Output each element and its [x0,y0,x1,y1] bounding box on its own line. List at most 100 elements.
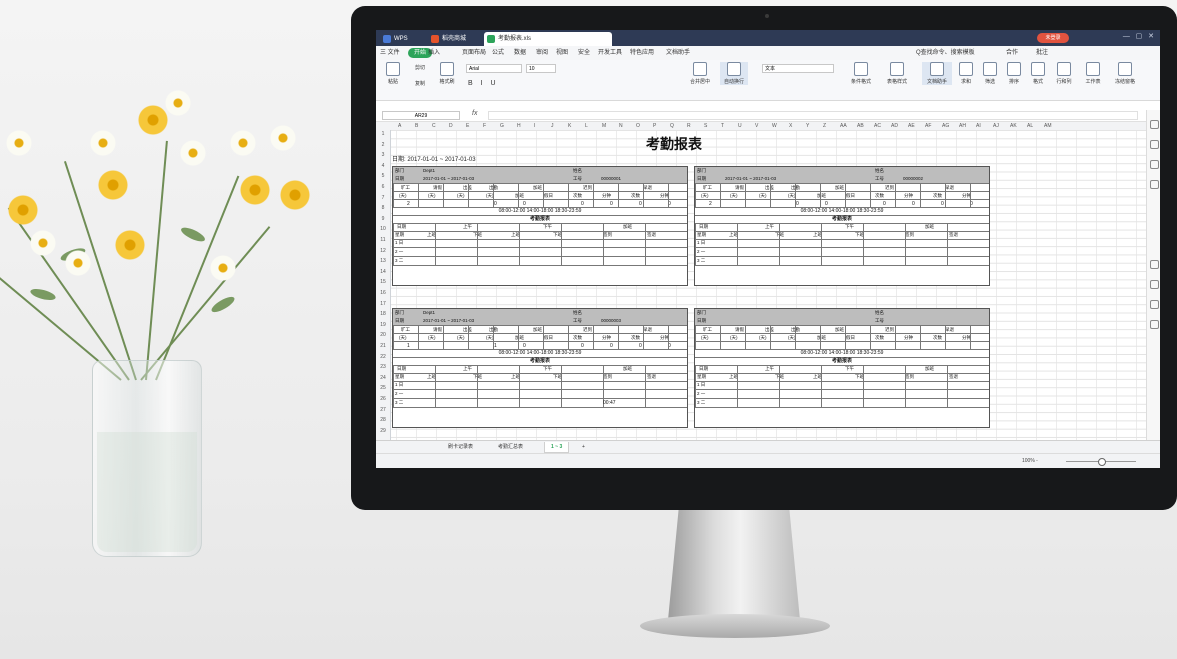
paste-button[interactable]: 粘贴 [382,62,404,85]
row-header[interactable]: 19 [376,321,390,329]
column-header[interactable]: X [789,122,792,130]
column-header[interactable]: K [568,122,571,130]
column-header[interactable]: Z [823,122,826,130]
column-header[interactable]: P [653,122,656,130]
row-header[interactable]: 14 [376,268,390,276]
column-header[interactable]: AH [959,122,966,130]
help-icon[interactable] [1150,320,1159,329]
number-format-select[interactable]: 文本 [762,64,834,73]
column-header[interactable]: AI [976,122,981,130]
menu-item[interactable]: 审阅 [536,48,548,58]
column-header[interactable]: AJ [993,122,999,130]
row-header[interactable]: 5 [376,172,390,180]
cell-reference-box[interactable]: AR29 [382,111,460,120]
zoom-slider-handle[interactable] [1098,458,1106,466]
column-header[interactable]: AE [908,122,915,130]
column-header[interactable]: C [432,122,436,130]
menu-item[interactable]: 三 文件 [380,48,400,58]
font-style-buttons[interactable]: B I U [468,80,499,87]
column-header[interactable]: AM [1044,122,1052,130]
menu-item[interactable]: 插入 [428,48,440,58]
row-header[interactable]: 13 [376,257,390,265]
picture-icon[interactable] [1150,180,1159,189]
tab-wps[interactable]: WPS [380,32,424,46]
column-header[interactable]: B [415,122,418,130]
history-icon[interactable] [1150,300,1159,309]
row-header[interactable]: 1 [376,130,390,138]
row-header[interactable]: 27 [376,406,390,414]
row-header[interactable]: 25 [376,384,390,392]
command-search[interactable]: Q查找命令、搜索模板 [916,48,975,58]
window-controls[interactable]: — ▢ ✕ [1123,32,1154,40]
menu-item[interactable]: 特色应用 [630,48,654,58]
shape-icon[interactable] [1150,160,1159,169]
column-header[interactable]: F [483,122,486,130]
fx-icon[interactable]: fx [472,110,477,117]
column-header[interactable]: M [602,122,606,130]
column-header[interactable]: N [619,122,623,130]
column-header[interactable]: Y [806,122,809,130]
row-header[interactable]: 29 [376,427,390,435]
share-icon[interactable] [1150,280,1159,289]
column-header[interactable]: O [636,122,640,130]
table-style-button[interactable]: 表格样式 [882,62,912,85]
row-header[interactable]: 16 [376,289,390,297]
row-header[interactable]: 15 [376,278,390,286]
filter-button[interactable]: 筛选 [980,62,1000,85]
sort-button[interactable]: 排序 [1004,62,1024,85]
column-header[interactable]: AC [874,122,881,130]
row-header[interactable]: 22 [376,353,390,361]
column-header[interactable]: U [738,122,742,130]
menu-item[interactable]: 公式 [492,48,504,58]
font-select[interactable]: Arial [466,64,522,73]
select-icon[interactable] [1150,120,1159,129]
row-header[interactable]: 20 [376,331,390,339]
column-header[interactable]: A [398,122,401,130]
row-header[interactable]: 9 [376,215,390,223]
column-header[interactable]: AB [857,122,864,130]
column-header[interactable]: G [500,122,504,130]
column-header[interactable]: AG [942,122,949,130]
row-header[interactable]: 17 [376,300,390,308]
font-size-select[interactable]: 10 [526,64,556,73]
row-header[interactable]: 11 [376,236,390,244]
column-header[interactable]: T [721,122,724,130]
row-header[interactable]: 18 [376,310,390,318]
row-col-button[interactable]: 行和列 [1052,62,1076,85]
menu-item[interactable]: 页面布局 [462,48,486,58]
comment-button[interactable]: 批注 [1036,48,1048,58]
add-sheet-icon[interactable]: + [576,442,591,452]
column-header[interactable]: AL [1027,122,1033,130]
tab-daoke[interactable]: 稻壳商城 [428,32,482,46]
worksheet-button[interactable]: 工作表 [1080,62,1106,85]
menu-item[interactable]: 视图 [556,48,568,58]
sheet-tab[interactable]: 1 ~ 3 [544,442,570,453]
row-header[interactable]: 2 [376,141,390,149]
row-header[interactable]: 28 [376,416,390,424]
merge-center-button[interactable]: 合并居中 [686,62,714,85]
column-header[interactable]: R [687,122,691,130]
format-painter-button[interactable]: 格式刷 [434,62,460,85]
menu-item[interactable]: 开发工具 [598,48,622,58]
tab-document[interactable]: 考勤报表.xls [484,32,612,46]
doc-assistant-button[interactable]: 文档助手 [922,62,952,85]
cut-button[interactable]: 剪切 [408,64,432,71]
share-button[interactable]: 合作 [1006,48,1018,58]
zoom-level[interactable]: 100% - [1022,458,1038,464]
column-header[interactable]: AK [1010,122,1017,130]
menu-item[interactable]: 安全 [578,48,590,58]
row-header[interactable]: 4 [376,162,390,170]
formula-input[interactable] [488,111,1138,120]
column-header[interactable]: D [449,122,453,130]
column-header[interactable]: J [551,122,554,130]
row-header[interactable]: 8 [376,204,390,212]
menu-item[interactable]: 数据 [514,48,526,58]
column-header[interactable]: L [585,122,588,130]
wrap-text-button[interactable]: 自动换行 [720,62,748,85]
column-header[interactable]: AF [925,122,931,130]
sum-button[interactable]: 求和 [956,62,976,85]
row-header[interactable]: 21 [376,342,390,350]
row-header[interactable]: 10 [376,225,390,233]
column-header[interactable]: V [755,122,758,130]
column-header[interactable]: E [466,122,469,130]
